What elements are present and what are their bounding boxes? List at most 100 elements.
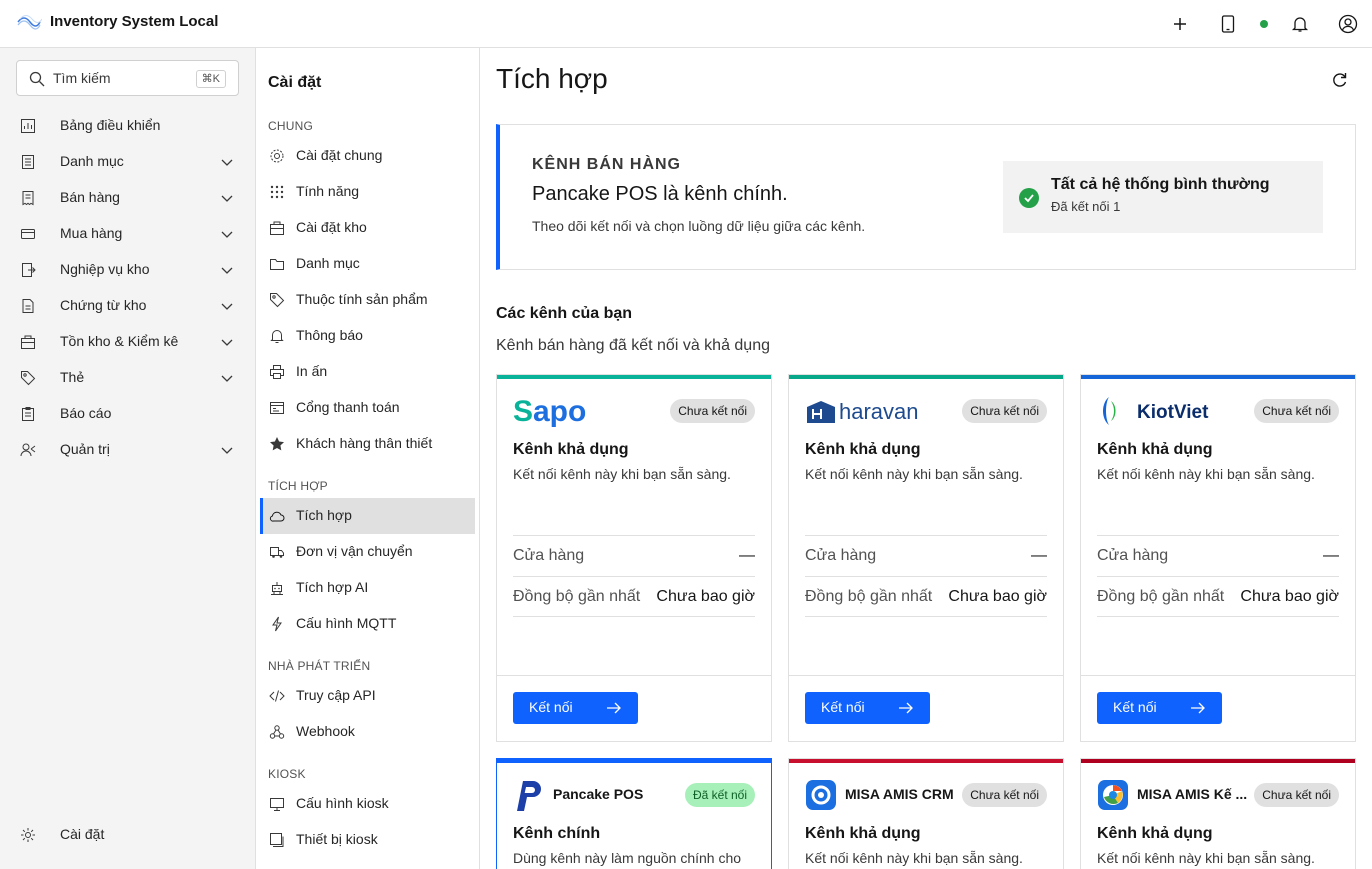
bell-icon [270, 330, 284, 343]
card-footer: Kết nối [497, 675, 771, 741]
section-label-general: CHUNG [268, 119, 313, 133]
settings-item-warehouse[interactable]: Cài đặt kho [260, 210, 475, 246]
nav-item-label: Bảng điều khiển [60, 117, 161, 133]
nav-item-sales[interactable]: Bán hàng [0, 180, 256, 216]
store-row: Cửa hàng — [1097, 535, 1339, 576]
last-sync-value: Chưa bao giờ [656, 588, 755, 605]
chevron-down-icon [221, 303, 233, 310]
user-avatar-icon[interactable] [1336, 12, 1360, 36]
settings-item-api-access[interactable]: Truy cập API [260, 678, 475, 714]
webhook-icon [269, 725, 285, 739]
nav-item-dashboard[interactable]: Bảng điều khiển [0, 108, 256, 144]
store-label: Cửa hàng [513, 547, 585, 564]
connect-button[interactable]: Kết nối [513, 692, 638, 724]
section-label-integration: TÍCH HỢP [268, 479, 328, 493]
settings-item-webhook[interactable]: Webhook [260, 714, 475, 750]
settings-title: Cài đặt [268, 74, 322, 91]
store-label: Cửa hàng [805, 547, 877, 564]
tag-icon [21, 371, 36, 386]
nav-item-admin[interactable]: Quản trị [0, 432, 256, 468]
settings-item-label: Thuộc tính sản phẩm [296, 291, 428, 307]
settings-item-loyalty[interactable]: Khách hàng thân thiết [260, 426, 475, 462]
nav-item-documents[interactable]: Chứng từ kho [0, 288, 256, 324]
settings-item-shipping[interactable]: Đơn vị vận chuyển [260, 534, 475, 570]
online-status-dot [1260, 20, 1268, 28]
settings-item-features[interactable]: Tính năng [260, 174, 475, 210]
add-icon[interactable] [1168, 12, 1192, 36]
connect-button[interactable]: Kết nối [1097, 692, 1222, 724]
refresh-icon[interactable] [1330, 70, 1350, 90]
search-input[interactable]: Tìm kiếm ⌘K [16, 60, 239, 96]
card-description: Kết nối kênh này khi bạn sẵn sàng. [513, 466, 731, 482]
printer-icon [270, 365, 284, 379]
last-sync-row: Đồng bộ gần nhất Chưa bao giờ [805, 576, 1047, 617]
haravan-logo-icon: haravan [807, 399, 919, 424]
card-accent-bar [497, 759, 771, 763]
settings-item-payment-gateway[interactable]: Cổng thanh toán [260, 390, 475, 426]
pancake-logo-icon [517, 781, 541, 811]
settings-item-label: Cài đặt chung [296, 147, 383, 163]
connect-button[interactable]: Kết nối [805, 692, 930, 724]
settings-item-integrations[interactable]: Tích hợp [260, 498, 475, 534]
dashboard-icon [21, 119, 35, 133]
settings-item-notifications[interactable]: Thông báo [260, 318, 475, 354]
kiotviet-logo-icon: KiotViet [1103, 397, 1209, 425]
channel-card-pancake-pos: Pancake POS Đã kết nối Kênh chính Dùng k… [496, 758, 772, 869]
nav-item-warehouse-ops[interactable]: Nghiệp vụ kho [0, 252, 256, 288]
nav-item-settings[interactable]: Cài đặt [0, 817, 256, 853]
nav-item-label: Bán hàng [60, 189, 120, 205]
nav-item-label: Chứng từ kho [60, 297, 147, 313]
admin-icon [20, 443, 36, 457]
nav-item-reports[interactable]: Báo cáo [0, 396, 256, 432]
settings-item-label: Cấu hình kiosk [296, 795, 389, 811]
settings-item-ai[interactable]: Tích hợp AI [260, 570, 475, 606]
cloud-icon [269, 511, 285, 522]
nav-item-catalog[interactable]: Danh mục [0, 144, 256, 180]
monitor-icon [270, 798, 284, 811]
bell-icon[interactable] [1288, 12, 1312, 36]
purchase-icon [21, 229, 35, 239]
chevron-down-icon [221, 447, 233, 454]
last-sync-value: Chưa bao giờ [1240, 588, 1339, 605]
settings-item-kiosk-config[interactable]: Cấu hình kiosk [260, 786, 475, 822]
card-title: Kênh khả dụng [1097, 825, 1213, 842]
settings-item-product-attributes[interactable]: Thuộc tính sản phẩm [260, 282, 475, 318]
lightning-icon [272, 616, 282, 632]
settings-item-label: Tích hợp AI [296, 579, 369, 595]
nav-item-label: Nghiệp vụ kho [60, 261, 150, 277]
settings-item-printing[interactable]: In ấn [260, 354, 475, 390]
folder-icon [270, 259, 284, 270]
channel-card-haravan: haravan Chưa kết nối Kênh khả dụng Kết n… [788, 374, 1064, 742]
last-sync-label: Đồng bộ gần nhất [513, 588, 641, 605]
svg-text:haravan: haravan [839, 399, 919, 424]
gear-icon [21, 828, 35, 842]
settings-item-catalog[interactable]: Danh mục [260, 246, 475, 282]
nav-item-label: Cài đặt [60, 826, 105, 842]
nav-item-inventory[interactable]: Tồn kho & Kiểm kê [0, 324, 256, 360]
grid-icon [270, 185, 284, 199]
settings-item-kiosk-devices[interactable]: Thiết bị kiosk [260, 822, 475, 858]
nav-item-purchase[interactable]: Mua hàng [0, 216, 256, 252]
card-description: Kết nối kênh này khi bạn sẵn sàng. [805, 850, 1023, 866]
card-footer: Kết nối [789, 675, 1063, 741]
channels-section-subtitle: Kênh bán hàng đã kết nối và khả dụng [496, 337, 770, 354]
gear-icon [270, 149, 284, 163]
arrow-right-icon [607, 702, 621, 714]
settings-item-label: Đơn vị vận chuyển [296, 543, 413, 559]
inventory-icon [21, 335, 35, 349]
settings-item-label: Cài đặt kho [296, 219, 367, 235]
settings-item-mqtt[interactable]: Cấu hình MQTT [260, 606, 475, 642]
nav-item-tags[interactable]: Thẻ [0, 360, 256, 396]
top-header: Inventory System Local [0, 0, 1372, 48]
search-placeholder: Tìm kiếm [53, 70, 111, 86]
card-accent-bar [1081, 759, 1355, 763]
sapo-logo-icon: S apo [513, 395, 586, 427]
document-icon [22, 299, 34, 313]
settings-item-general[interactable]: Cài đặt chung [260, 138, 475, 174]
card-title: Kênh khả dụng [805, 825, 921, 842]
payment-icon [270, 402, 284, 414]
channel-name: MISA AMIS CRM [845, 786, 954, 802]
card-description: Kết nối kênh này khi bạn sẵn sàng. [805, 466, 1023, 482]
card-title: Kênh chính [513, 825, 601, 842]
tablet-icon[interactable] [1216, 12, 1240, 36]
